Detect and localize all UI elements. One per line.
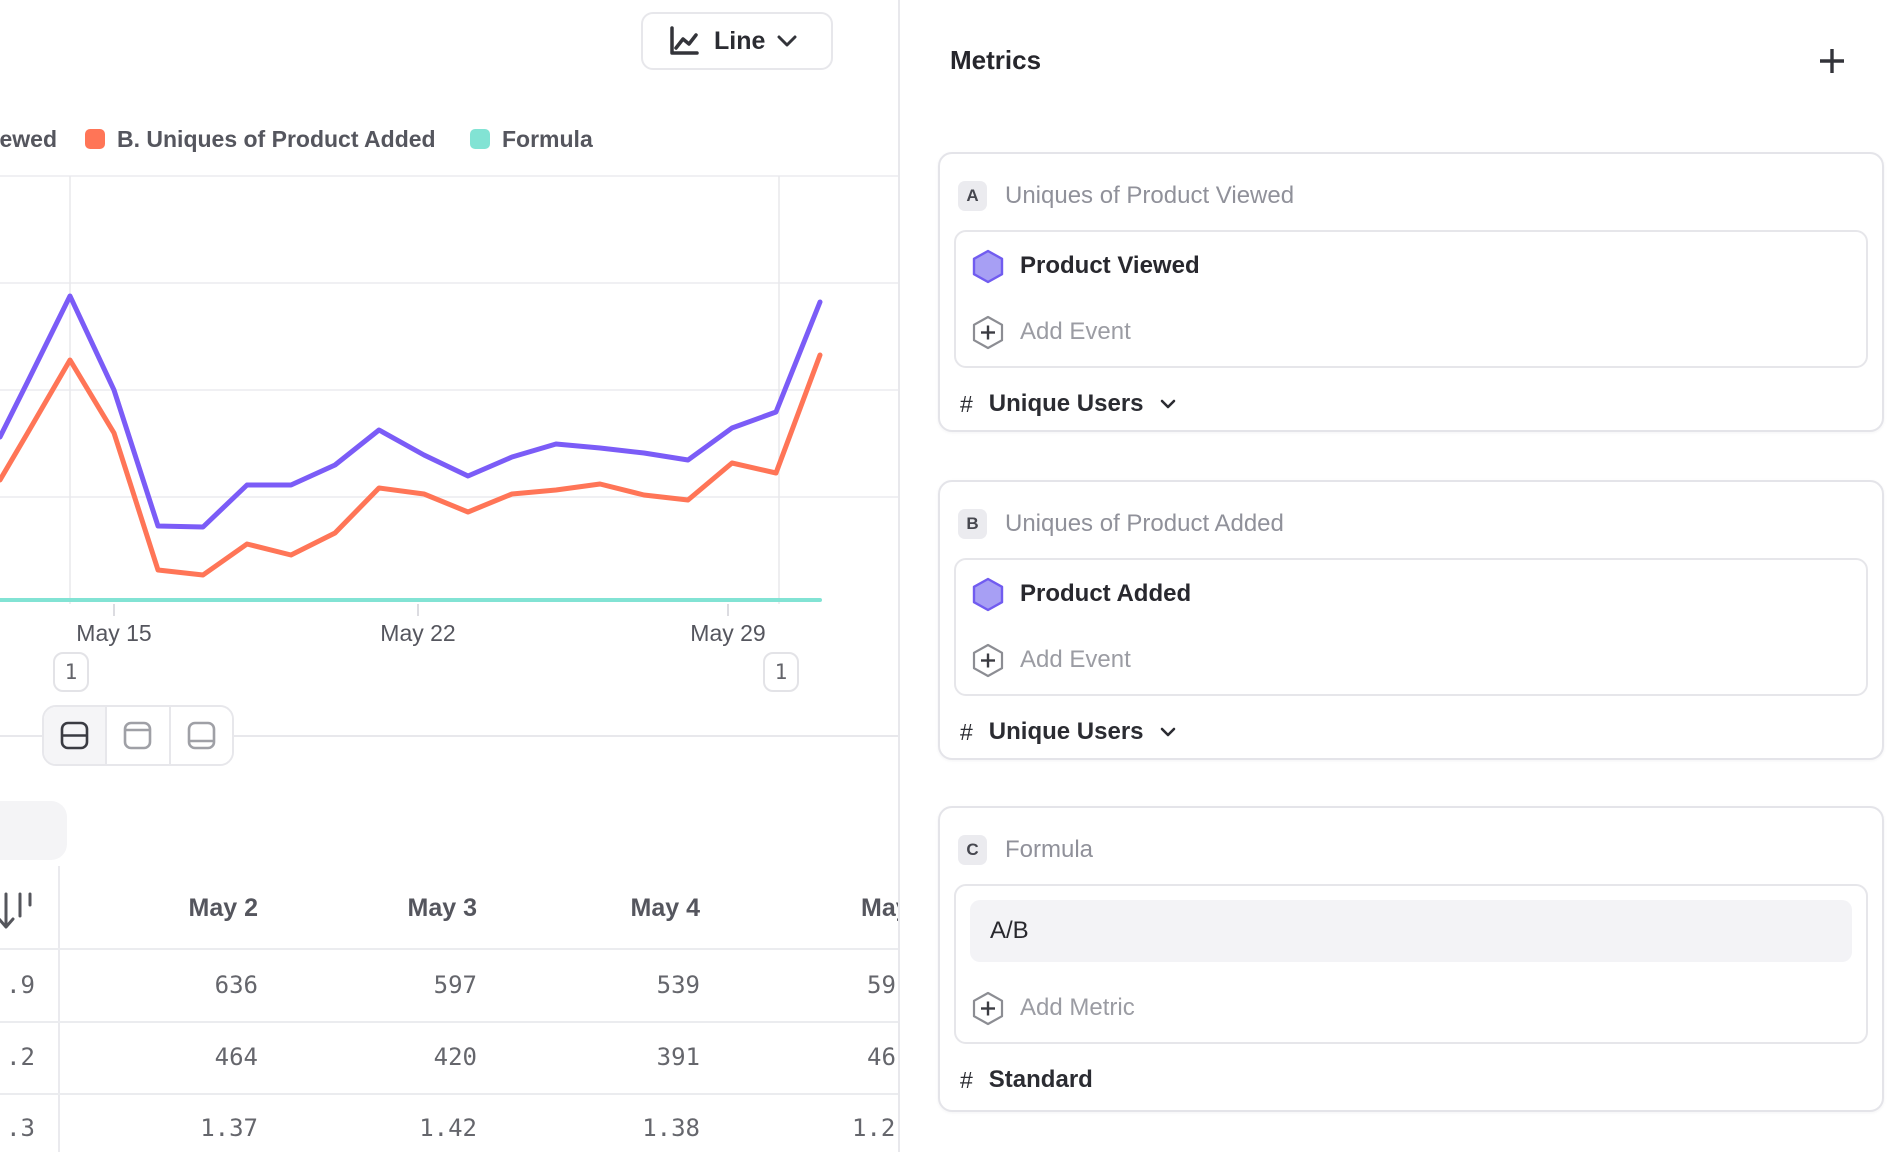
- layout-switcher: [42, 705, 234, 766]
- add-event-label: Add Event: [1020, 318, 1131, 346]
- chevron-down-icon: [1160, 727, 1176, 737]
- chevron-down-icon: [777, 35, 797, 47]
- table-corner-pill[interactable]: [0, 801, 67, 860]
- row-separator: [0, 1093, 898, 1095]
- event-row-product-added[interactable]: Product Added: [972, 568, 1191, 620]
- chart-type-label: Line: [714, 27, 765, 56]
- table-only-icon: [186, 720, 217, 751]
- table-cell-clipped-left: .2: [0, 1043, 35, 1071]
- legend-swatch-formula: [470, 129, 490, 149]
- chart-legend: ewed B. Uniques of Product Added Formula: [0, 126, 898, 154]
- table-header-may2[interactable]: May 2: [108, 894, 258, 923]
- hash-icon: #: [960, 1067, 973, 1094]
- measurement-label: Unique Users: [989, 390, 1144, 418]
- annotation-badge[interactable]: 1: [53, 652, 89, 692]
- metric-letter-badge: B: [958, 509, 987, 539]
- add-metric-plus-button[interactable]: [1808, 37, 1856, 85]
- chart-type-button[interactable]: Line: [641, 12, 833, 70]
- legend-item-formula[interactable]: Formula: [502, 126, 593, 153]
- line-chart: [0, 170, 898, 618]
- table-cell-clipped-right: 59: [867, 971, 899, 999]
- table-cell: 464: [108, 1043, 258, 1071]
- add-event-hexagon-plus-icon: [972, 315, 1004, 350]
- metric-card-title: Uniques of Product Added: [1005, 510, 1284, 538]
- metric-card-header[interactable]: B Uniques of Product Added: [958, 508, 1284, 540]
- chart-gridlines: [0, 176, 898, 604]
- row-separator: [0, 1021, 898, 1023]
- measurement-label: Unique Users: [989, 718, 1144, 746]
- plus-icon: [1819, 48, 1845, 74]
- chart-only-icon: [122, 720, 153, 751]
- annotation-badge[interactable]: 1: [763, 652, 799, 692]
- x-axis-label: May 22: [348, 620, 488, 647]
- table-cell: 420: [327, 1043, 477, 1071]
- table-column-divider: [58, 866, 60, 1152]
- panel-title: Metrics: [950, 45, 1041, 76]
- table-cell: 539: [550, 971, 700, 999]
- series-product-added-line[interactable]: [0, 355, 820, 575]
- metric-card-title: Formula: [1005, 836, 1093, 864]
- table-cell: 1.37: [108, 1114, 258, 1142]
- x-axis-label: May 15: [44, 620, 184, 647]
- event-hexagon-icon: [972, 577, 1004, 612]
- metric-card-a: A Uniques of Product Viewed Product View…: [938, 152, 1884, 432]
- table-cell: 1.42: [327, 1114, 477, 1142]
- measurement-dropdown[interactable]: # Standard: [960, 1062, 1093, 1098]
- legend-item-b[interactable]: B. Uniques of Product Added: [117, 126, 436, 153]
- axis-ticks: [114, 604, 728, 616]
- event-row-product-viewed[interactable]: Product Viewed: [972, 240, 1200, 292]
- add-metric-row[interactable]: Add Metric: [972, 982, 1135, 1034]
- sort-icon[interactable]: [0, 888, 40, 936]
- metric-card-header[interactable]: A Uniques of Product Viewed: [958, 180, 1294, 212]
- row-separator: [0, 948, 898, 950]
- add-event-label: Add Event: [1020, 646, 1131, 674]
- chevron-down-icon: [1160, 399, 1176, 409]
- add-event-hexagon-plus-icon: [972, 643, 1004, 678]
- formula-value: A/B: [990, 917, 1029, 945]
- hash-icon: #: [960, 719, 973, 746]
- metric-card-title: Uniques of Product Viewed: [1005, 182, 1294, 210]
- layout-option-chart-only[interactable]: [107, 707, 170, 764]
- table-header-may3[interactable]: May 3: [327, 894, 477, 923]
- metric-card-b: B Uniques of Product Added Product Added…: [938, 480, 1884, 760]
- split-view-icon: [59, 720, 90, 751]
- formula-group: A/B Add Metric: [954, 884, 1868, 1044]
- table-cell: 597: [327, 971, 477, 999]
- table-cell: 391: [550, 1043, 700, 1071]
- add-metric-label: Add Metric: [1020, 994, 1135, 1022]
- add-event-row[interactable]: Add Event: [972, 306, 1131, 358]
- metrics-panel: Metrics A Uniques of Product Viewed Prod…: [900, 0, 1898, 1152]
- event-group: Product Viewed Add Event: [954, 230, 1868, 368]
- x-axis-label: May 29: [658, 620, 798, 647]
- event-name: Product Viewed: [1020, 252, 1200, 280]
- layout-option-table-only[interactable]: [171, 707, 232, 764]
- event-name: Product Added: [1020, 580, 1191, 608]
- formula-input[interactable]: A/B: [970, 900, 1852, 962]
- table-cell: 636: [108, 971, 258, 999]
- event-group: Product Added Add Event: [954, 558, 1868, 696]
- metric-letter-badge: C: [958, 835, 987, 865]
- table-cell-clipped-left: .9: [0, 971, 35, 999]
- table-cell: 1.38: [550, 1114, 700, 1142]
- line-chart-icon: [665, 23, 702, 60]
- table-cell-clipped-left: .3: [0, 1114, 35, 1142]
- hash-icon: #: [960, 391, 973, 418]
- legend-item-a-truncated[interactable]: ewed: [0, 126, 57, 153]
- metric-card-c: C Formula A/B Add Metric # Standard: [938, 806, 1884, 1112]
- metric-card-header[interactable]: C Formula: [958, 834, 1093, 866]
- table-cell-clipped-right: 1.2: [852, 1114, 899, 1142]
- table-cell-clipped-right: 46: [867, 1043, 899, 1071]
- add-event-row[interactable]: Add Event: [972, 634, 1131, 686]
- report-canvas: Line ewed B. Uniques of Product Added Fo…: [0, 0, 899, 1152]
- table-header-clipped[interactable]: May: [861, 894, 899, 923]
- add-metric-hexagon-plus-icon: [972, 991, 1004, 1026]
- measurement-label: Standard: [989, 1066, 1093, 1094]
- layout-option-split-view[interactable]: [44, 707, 107, 764]
- table-header-may4[interactable]: May 4: [550, 894, 700, 923]
- measurement-dropdown[interactable]: # Unique Users: [960, 714, 1176, 750]
- event-hexagon-icon: [972, 249, 1004, 284]
- metric-letter-badge: A: [958, 181, 987, 211]
- measurement-dropdown[interactable]: # Unique Users: [960, 386, 1176, 422]
- legend-swatch-b: [85, 129, 105, 149]
